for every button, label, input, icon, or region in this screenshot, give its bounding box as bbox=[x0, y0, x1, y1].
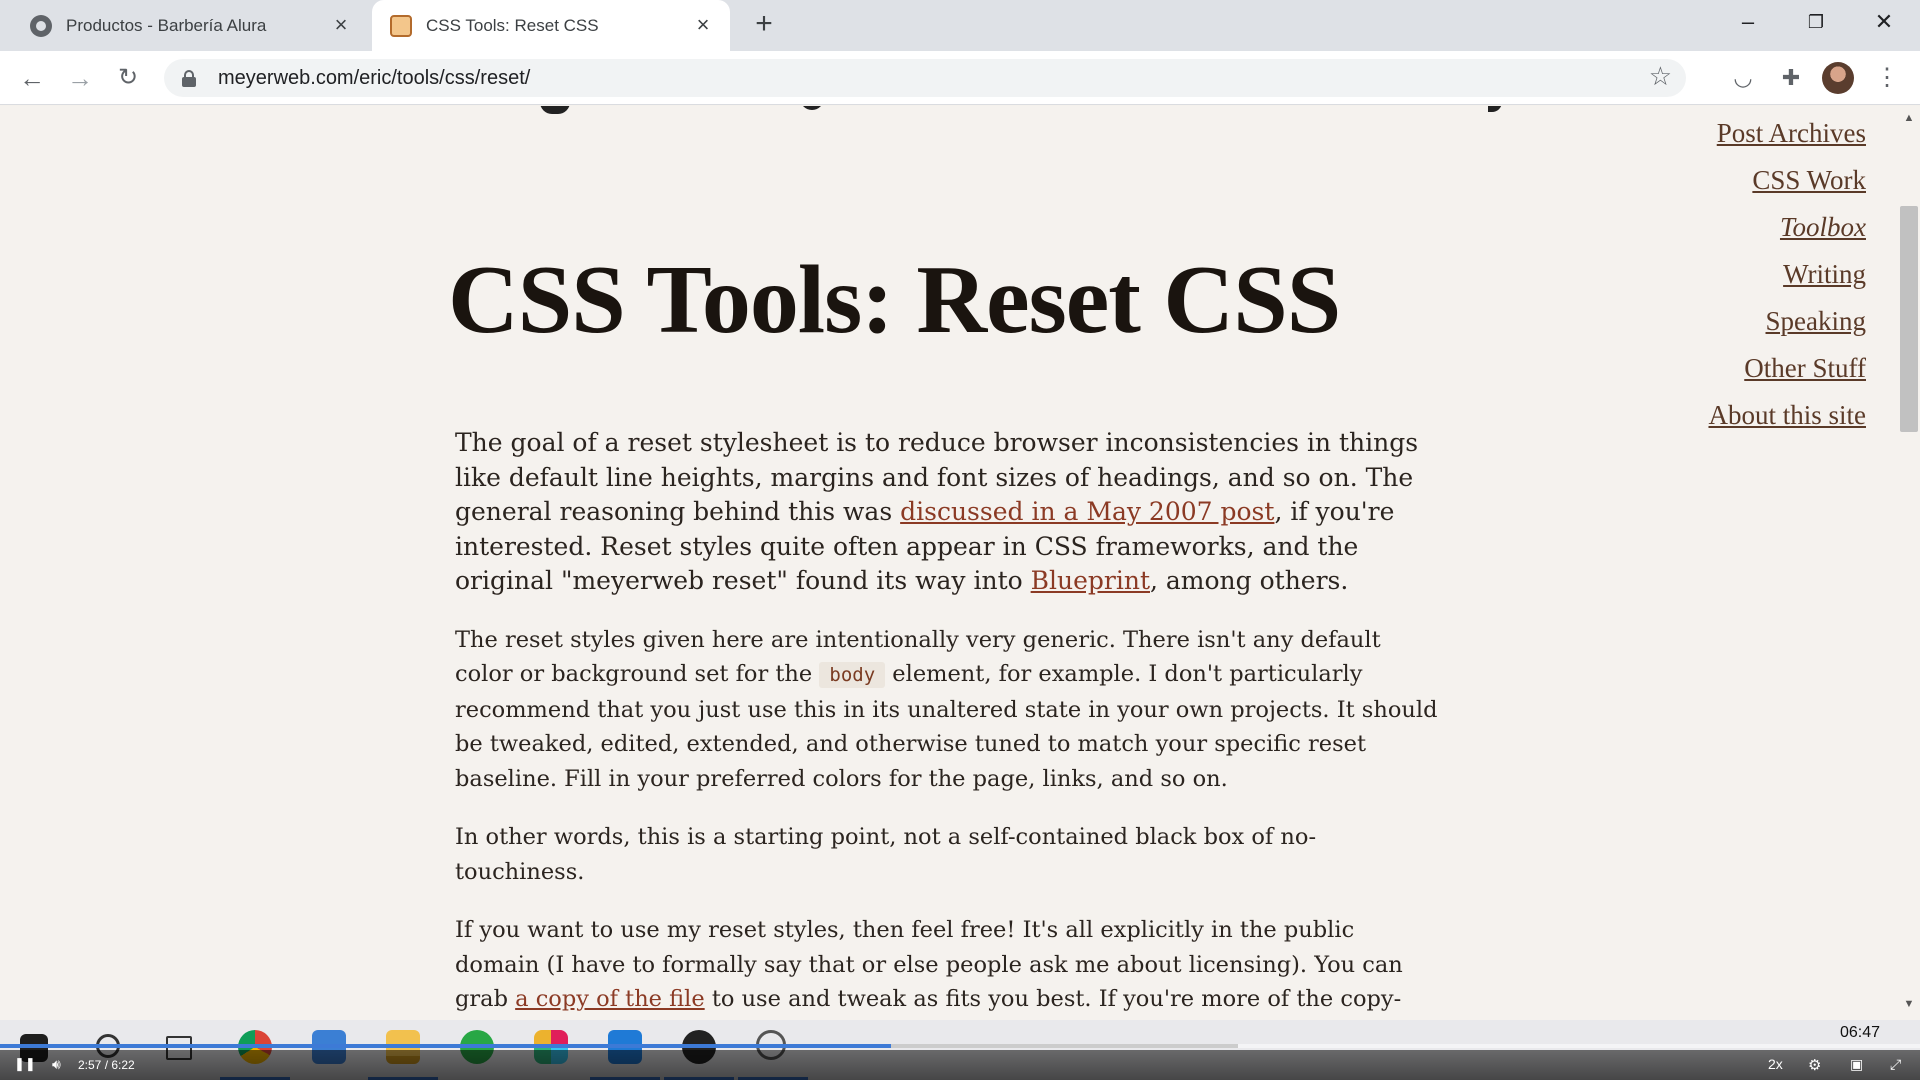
code-body: body bbox=[819, 662, 886, 688]
scrollbar-thumb[interactable] bbox=[1900, 206, 1918, 432]
puzzle-icon[interactable]: ✚ bbox=[1774, 61, 1808, 95]
scroll-down-icon[interactable]: ▼ bbox=[1900, 998, 1918, 1010]
url-text[interactable]: meyerweb.com/eric/tools/css/reset/ bbox=[218, 67, 530, 90]
article-body: The goal of a reset stylesheet is to red… bbox=[455, 426, 1445, 1020]
new-tab-button[interactable]: + bbox=[748, 8, 780, 42]
nav-writing[interactable]: Writing bbox=[1708, 251, 1866, 298]
video-progress-bar[interactable] bbox=[0, 1044, 891, 1048]
link-copy-of-file[interactable]: a copy of the file bbox=[515, 986, 705, 1012]
lock-icon[interactable] bbox=[182, 70, 196, 87]
restore-icon[interactable]: ❐ bbox=[1786, 0, 1846, 44]
page-viewport: CSS Tools: Reset CSS Post Archives CSS W… bbox=[0, 106, 1920, 1020]
text: , among others. bbox=[1150, 566, 1349, 595]
site-nav: Post Archives CSS Work Toolbox Writing S… bbox=[1708, 110, 1866, 439]
settings-gear-icon[interactable]: ⚙ bbox=[1808, 1056, 1821, 1074]
close-window-icon[interactable]: ✕ bbox=[1854, 0, 1914, 44]
paragraph-intro: The goal of a reset stylesheet is to red… bbox=[455, 426, 1445, 599]
tab-strip: Productos - Barbería Alura × CSS Tools: … bbox=[0, 0, 1920, 51]
paragraph-generic: The reset styles given here are intentio… bbox=[455, 623, 1445, 797]
page-title: CSS Tools: Reset CSS bbox=[448, 246, 1341, 354]
link-may-2007-post[interactable]: discussed in a May 2007 post bbox=[900, 497, 1274, 526]
star-icon[interactable]: ☆ bbox=[1649, 61, 1672, 92]
nav-toolbox[interactable]: Toolbox bbox=[1708, 204, 1866, 251]
meyerweb-favicon-icon bbox=[390, 14, 412, 37]
fullscreen-icon[interactable]: ⤢ bbox=[1890, 1056, 1901, 1073]
pip-icon[interactable]: ▣ bbox=[1850, 1056, 1863, 1073]
nav-speaking[interactable]: Speaking bbox=[1708, 298, 1867, 345]
pause-icon[interactable]: ❚❚ bbox=[14, 1056, 36, 1072]
video-time: 2:57 / 6:22 bbox=[78, 1058, 135, 1072]
playback-speed[interactable]: 2x bbox=[1768, 1056, 1783, 1072]
address-bar[interactable]: meyerweb.com/eric/tools/css/reset/ ☆ bbox=[164, 59, 1686, 97]
scroll-up-icon[interactable]: ▲ bbox=[1900, 112, 1918, 124]
back-arrow-icon[interactable]: ← bbox=[15, 61, 49, 95]
volume-icon[interactable]: 🔊︎ bbox=[52, 1056, 61, 1073]
paragraph-license: If you want to use my reset styles, then… bbox=[455, 913, 1445, 1020]
header-decoration bbox=[1488, 106, 1502, 112]
profile-avatar[interactable] bbox=[1822, 62, 1854, 94]
nav-about-this-site[interactable]: About this site bbox=[1708, 392, 1866, 439]
video-controls: ❚❚ 🔊︎ 2:57 / 6:22 2x ⚙ ▣ ⤢ bbox=[0, 1050, 1920, 1080]
header-decoration bbox=[800, 106, 824, 110]
forward-arrow-icon[interactable]: → bbox=[63, 61, 97, 95]
paragraph-starting-point: In other words, this is a starting point… bbox=[455, 824, 1317, 885]
pocket-icon[interactable]: ◡ bbox=[1726, 61, 1760, 95]
nav-post-archives[interactable]: Post Archives bbox=[1708, 110, 1866, 157]
close-tab-icon[interactable]: × bbox=[692, 13, 714, 37]
tab-css-tools[interactable]: CSS Tools: Reset CSS × bbox=[372, 0, 730, 51]
header-decoration bbox=[540, 106, 570, 114]
tab-title: Productos - Barbería Alura bbox=[66, 15, 267, 35]
tab-title: CSS Tools: Reset CSS bbox=[426, 15, 599, 35]
nav-other-stuff[interactable]: Other Stuff bbox=[1708, 345, 1866, 392]
globe-icon bbox=[30, 14, 52, 37]
minimize-icon[interactable]: – bbox=[1718, 0, 1778, 44]
system-clock: 06:47 bbox=[1839, 1024, 1880, 1041]
kebab-menu-icon[interactable]: ⋮ bbox=[1870, 61, 1904, 95]
nav-css-work[interactable]: CSS Work bbox=[1708, 157, 1866, 204]
link-blueprint[interactable]: Blueprint bbox=[1031, 566, 1150, 595]
browser-toolbar: ← → ↻ meyerweb.com/eric/tools/css/reset/… bbox=[0, 51, 1920, 105]
tab-productos[interactable]: Productos - Barbería Alura × bbox=[0, 0, 368, 51]
reload-icon[interactable]: ↻ bbox=[111, 61, 145, 95]
close-tab-icon[interactable]: × bbox=[330, 13, 352, 37]
